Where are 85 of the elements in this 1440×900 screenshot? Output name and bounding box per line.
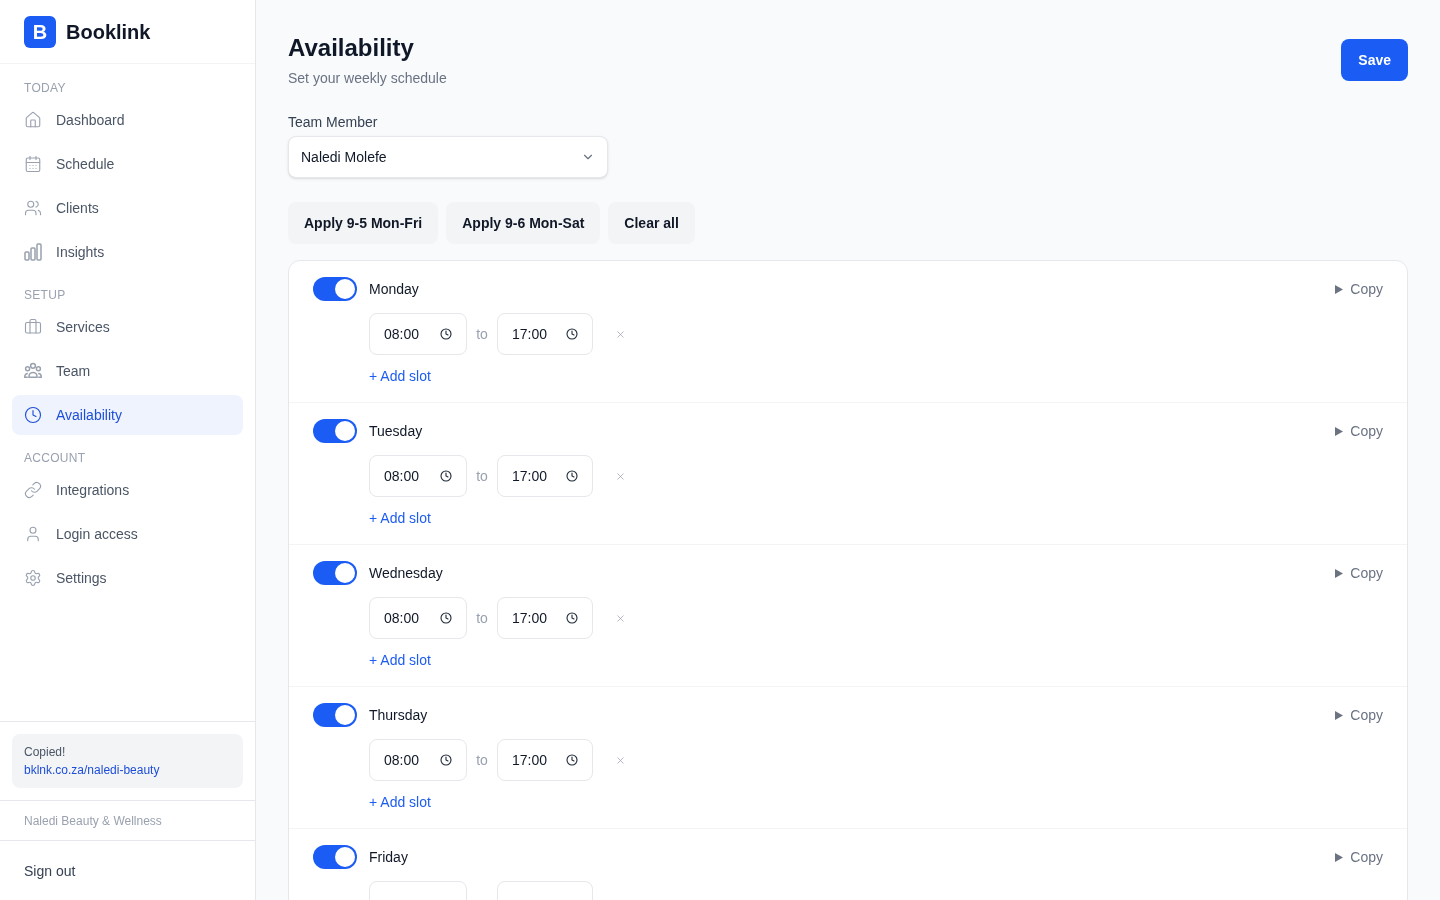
clock-icon [440,754,452,766]
day-name: Tuesday [369,422,423,441]
page-title: Availability [288,33,414,63]
time-field[interactable]: 08:00 [369,313,467,355]
preset-button[interactable]: Apply 9-5 Mon-Fri [288,202,439,244]
play-triangle-icon [1335,852,1344,862]
field-label: Team Member [288,113,378,132]
business-name: Naledi Beauty & Wellness [24,812,162,829]
nav-item[interactable]: Settings [12,558,243,598]
settings-icon [24,569,42,587]
range-separator: to [476,325,488,344]
brand-name: Booklink [66,19,151,45]
copy-button[interactable]: Copy [1335,705,1383,725]
nav-item[interactable]: Services [12,307,243,347]
save-button[interactable]: Save [1341,39,1408,81]
range-separator: to [476,467,488,486]
preset-button[interactable]: Apply 9-6 Mon-Sat [446,202,601,244]
briefcase-icon [24,318,42,336]
copied-message: Copied! [24,744,66,761]
nav-item[interactable]: Dashboard [12,100,243,140]
page-subtitle: Set your weekly schedule [288,69,447,88]
nav-item[interactable]: Schedule [12,144,243,184]
nav-item[interactable]: Team [12,351,243,391]
range-separator: to [476,609,488,628]
bar-chart-icon [24,243,42,261]
link-icon [24,481,42,499]
section-label: ACCOUNT [23,450,87,466]
day-name: Wednesday [369,564,443,583]
time-field[interactable]: 08:00 [369,597,467,639]
clock-icon [566,328,578,340]
clock-icon [566,470,578,482]
time-field[interactable]: 17:00 [497,597,593,639]
day-name: Monday [369,280,419,299]
day-toggle[interactable] [313,845,357,869]
copy-button[interactable]: Copy [1335,421,1383,441]
day-toggle[interactable] [313,703,357,727]
group-icon [24,362,42,380]
remove-icon[interactable] [615,328,626,340]
day-toggle[interactable] [313,561,357,585]
remove-icon[interactable] [615,754,626,766]
add-slot-link[interactable]: + Add slot [369,792,431,812]
copy-button[interactable]: Copy [1335,847,1383,867]
preset-button[interactable]: Clear all [608,202,695,244]
clock-icon [566,754,578,766]
house-icon [24,111,42,129]
people-icon [24,199,42,217]
remove-icon[interactable] [615,612,626,624]
nav-item[interactable]: Clients [12,188,243,228]
time-field[interactable]: 17:00 [497,313,593,355]
play-triangle-icon [1335,568,1344,578]
time-field[interactable]: 08:00 [369,455,467,497]
add-slot-link[interactable]: + Add slot [369,508,431,528]
user-icon [24,525,42,543]
add-slot-link[interactable]: + Add slot [369,366,431,386]
add-slot-link[interactable]: + Add slot [369,650,431,670]
calendar-icon [24,155,42,173]
day-name: Thursday [369,706,428,725]
day-toggle[interactable] [313,277,357,301]
nav-item[interactable]: Login access [12,514,243,554]
nav-item[interactable]: Availability [12,395,243,435]
nav-item[interactable]: Insights [12,232,243,272]
play-triangle-icon [1335,426,1344,436]
sign-out-button[interactable]: Sign out [24,860,76,881]
section-label: SETUP [23,287,67,303]
play-triangle-icon [1335,284,1344,294]
remove-icon[interactable] [615,470,626,482]
booking-link[interactable]: bklnk.co.za/naledi-beauty [24,761,160,779]
time-field[interactable]: 17:00 [497,739,593,781]
section-label: TODAY [23,80,67,96]
time-field[interactable]: 08:00 [369,739,467,781]
nav-item[interactable]: Integrations [12,470,243,510]
play-triangle-icon [1335,710,1344,720]
clock-icon [440,328,452,340]
logo-mark: B [24,15,56,48]
clock-icon [566,612,578,624]
clock-icon [440,612,452,624]
time-field[interactable]: 17:00 [497,455,593,497]
copy-button[interactable]: Copy [1335,563,1383,583]
day-name: Friday [369,848,408,867]
range-separator: to [476,751,488,770]
team-member-select[interactable]: Naledi Molefe [288,136,608,178]
clock-icon [24,406,42,424]
day-toggle[interactable] [313,419,357,443]
clock-icon [440,470,452,482]
copy-button[interactable]: Copy [1335,279,1383,299]
